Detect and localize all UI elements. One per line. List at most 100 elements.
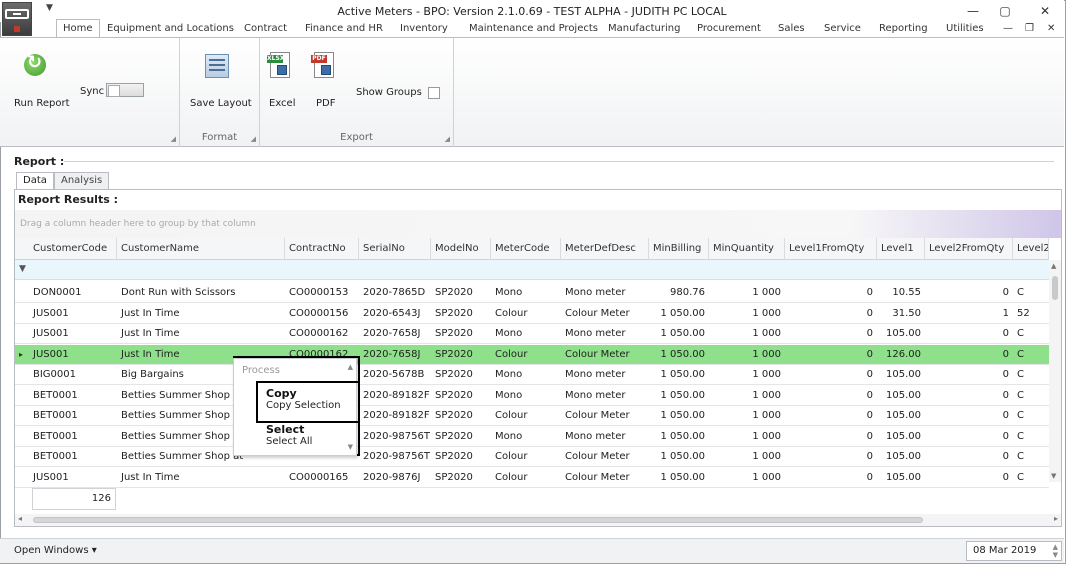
cell-level2fromqty[interactable]: 0 [925, 427, 1013, 447]
cell-modelno[interactable]: SP2020 [431, 365, 491, 385]
column-header-customername[interactable]: CustomerName [117, 238, 285, 260]
scroll-right-icon[interactable]: ▸ [1054, 514, 1058, 523]
cell-level1[interactable]: 105.00 [877, 365, 925, 385]
cell-contractno[interactable]: CO0000153 [285, 283, 359, 303]
column-header-customercode[interactable]: CustomerCode [29, 238, 117, 260]
cell-customercode[interactable]: JUS001 [29, 468, 117, 488]
cell-minquantity[interactable]: 1 000 [709, 406, 785, 426]
cell-minbilling[interactable]: 1 050.00 [649, 468, 709, 488]
cell-meterdefdesc[interactable]: Colour Meter [561, 304, 649, 324]
mdi-minimize-icon[interactable]: — [1003, 21, 1013, 37]
cell-customercode[interactable]: JUS001 [29, 324, 117, 344]
restore-button[interactable]: ▢ [990, 2, 1020, 20]
cell-level1[interactable]: 105.00 [877, 324, 925, 344]
cell-customercode[interactable]: DON0001 [29, 283, 117, 303]
tab-maintenance-and-projects[interactable]: Maintenance and Projects [469, 21, 598, 37]
tab-reporting[interactable]: Reporting [879, 21, 928, 37]
cell-level2fromqty[interactable]: 0 [925, 468, 1013, 488]
cell-customername[interactable]: Just In Time [117, 468, 285, 488]
cell-serialno[interactable]: 2020-6543J [359, 304, 431, 324]
cell-minbilling[interactable]: 1 050.00 [649, 365, 709, 385]
cell-meterdefdesc[interactable]: Colour Meter [561, 468, 649, 488]
save-layout-button[interactable]: Save Layout [190, 98, 252, 109]
tab-utilities[interactable]: Utilities [946, 21, 984, 37]
cell-serialno[interactable]: 2020-5678B [359, 365, 431, 385]
cell-contractno[interactable]: CO0000165 [285, 468, 359, 488]
cell-serialno[interactable]: 2020-7658J [359, 324, 431, 344]
cell-level1fromqty[interactable]: 0 [785, 345, 877, 365]
tab-inventory[interactable]: Inventory [400, 21, 448, 37]
cell-modelno[interactable]: SP2020 [431, 468, 491, 488]
cell-minquantity[interactable]: 1 000 [709, 427, 785, 447]
cell-metercode[interactable]: Colour [491, 345, 561, 365]
cell-level2fromqty[interactable]: 0 [925, 447, 1013, 467]
pdf-button[interactable]: PDF [316, 98, 335, 109]
cell-minbilling[interactable]: 1 050.00 [649, 304, 709, 324]
pdf-icon[interactable]: PDF [311, 52, 334, 78]
cell-minquantity[interactable]: 1 000 [709, 283, 785, 303]
cell-minquantity[interactable]: 1 000 [709, 304, 785, 324]
cell-modelno[interactable]: SP2020 [431, 283, 491, 303]
tab-finance-and-hr[interactable]: Finance and HR [305, 21, 383, 37]
cell-metercode[interactable]: Colour [491, 468, 561, 488]
cell-customercode[interactable]: BET0001 [29, 406, 117, 426]
column-header-minbilling[interactable]: MinBilling [649, 238, 709, 260]
cell-minbilling[interactable]: 1 050.00 [649, 324, 709, 344]
tab-equipment-and-locations[interactable]: Equipment and Locations [107, 21, 234, 37]
cell-modelno[interactable]: SP2020 [431, 345, 491, 365]
cell-level2fromqty[interactable]: 0 [925, 365, 1013, 385]
cell-serialno[interactable]: 2020-89182F [359, 406, 431, 426]
cell-customercode[interactable]: JUS001 [29, 345, 117, 365]
cell-modelno[interactable]: SP2020 [431, 324, 491, 344]
cell-level2fromqty[interactable]: 1 [925, 304, 1013, 324]
quick-access-dropdown-icon[interactable]: ▼ [46, 3, 53, 13]
cell-customername[interactable]: Just In Time [117, 324, 285, 344]
excel-icon[interactable]: XLSX [267, 52, 290, 78]
date-spin-icon[interactable]: ▲ ▼ [1053, 543, 1058, 559]
tab-sales[interactable]: Sales [778, 21, 805, 37]
cell-modelno[interactable]: SP2020 [431, 386, 491, 406]
cell-metercode[interactable]: Mono [491, 386, 561, 406]
cell-level1fromqty[interactable]: 0 [785, 304, 877, 324]
cell-minquantity[interactable]: 1 000 [709, 447, 785, 467]
cell-minquantity[interactable]: 1 000 [709, 365, 785, 385]
cell-level2fromqty[interactable]: 0 [925, 386, 1013, 406]
horizontal-scrollbar[interactable]: ◂ ▸ [15, 514, 1061, 526]
cell-level1fromqty[interactable]: 0 [785, 447, 877, 467]
cell-meterdefdesc[interactable]: Mono meter [561, 386, 649, 406]
cell-level1[interactable]: 105.00 [877, 447, 925, 467]
cell-serialno[interactable]: 2020-98756T [359, 447, 431, 467]
menu-item-select[interactable]: Select [266, 423, 304, 436]
cell-minbilling[interactable]: 1 050.00 [649, 447, 709, 467]
export-launcher-icon[interactable]: ◢ [445, 135, 450, 143]
cell-level2fromqty[interactable]: 0 [925, 406, 1013, 426]
cell-customername[interactable]: Just In Time [117, 304, 285, 324]
cell-minquantity[interactable]: 1 000 [709, 324, 785, 344]
cell-level1[interactable]: 105.00 [877, 386, 925, 406]
run-report-button[interactable]: Run Report [14, 98, 70, 109]
filter-row[interactable] [15, 260, 1049, 280]
cell-serialno[interactable]: 2020-7658J [359, 345, 431, 365]
column-header-level2[interactable]: Level2 [1013, 238, 1049, 260]
cell-level1fromqty[interactable]: 0 [785, 386, 877, 406]
cell-level2[interactable]: C [1013, 324, 1049, 344]
cell-level1fromqty[interactable]: 0 [785, 468, 877, 488]
column-header-meterdefdesc[interactable]: MeterDefDesc [561, 238, 649, 260]
mdi-restore-icon[interactable]: ❐ [1025, 21, 1034, 37]
filter-icon[interactable]: ▼ [19, 264, 26, 274]
menu-item-select-all[interactable]: Select All [266, 436, 312, 447]
vertical-scroll-thumb[interactable] [1052, 276, 1058, 300]
open-windows-button[interactable]: Open Windows ▾ [14, 545, 97, 556]
cell-level2[interactable]: C [1013, 468, 1049, 488]
cell-customercode[interactable]: BET0001 [29, 427, 117, 447]
column-header-contractno[interactable]: ContractNo [285, 238, 359, 260]
cell-level1[interactable]: 105.00 [877, 427, 925, 447]
cell-meterdefdesc[interactable]: Mono meter [561, 365, 649, 385]
cell-contractno[interactable]: CO0000162 [285, 324, 359, 344]
tab-home[interactable]: Home [56, 19, 100, 37]
cell-serialno[interactable]: 2020-7865D [359, 283, 431, 303]
close-button[interactable]: ✕ [1030, 2, 1060, 20]
scroll-up-icon[interactable]: ▲ [1051, 262, 1056, 270]
cell-serialno[interactable]: 2020-89182F [359, 386, 431, 406]
group-launcher-icon[interactable]: ◢ [171, 135, 176, 143]
